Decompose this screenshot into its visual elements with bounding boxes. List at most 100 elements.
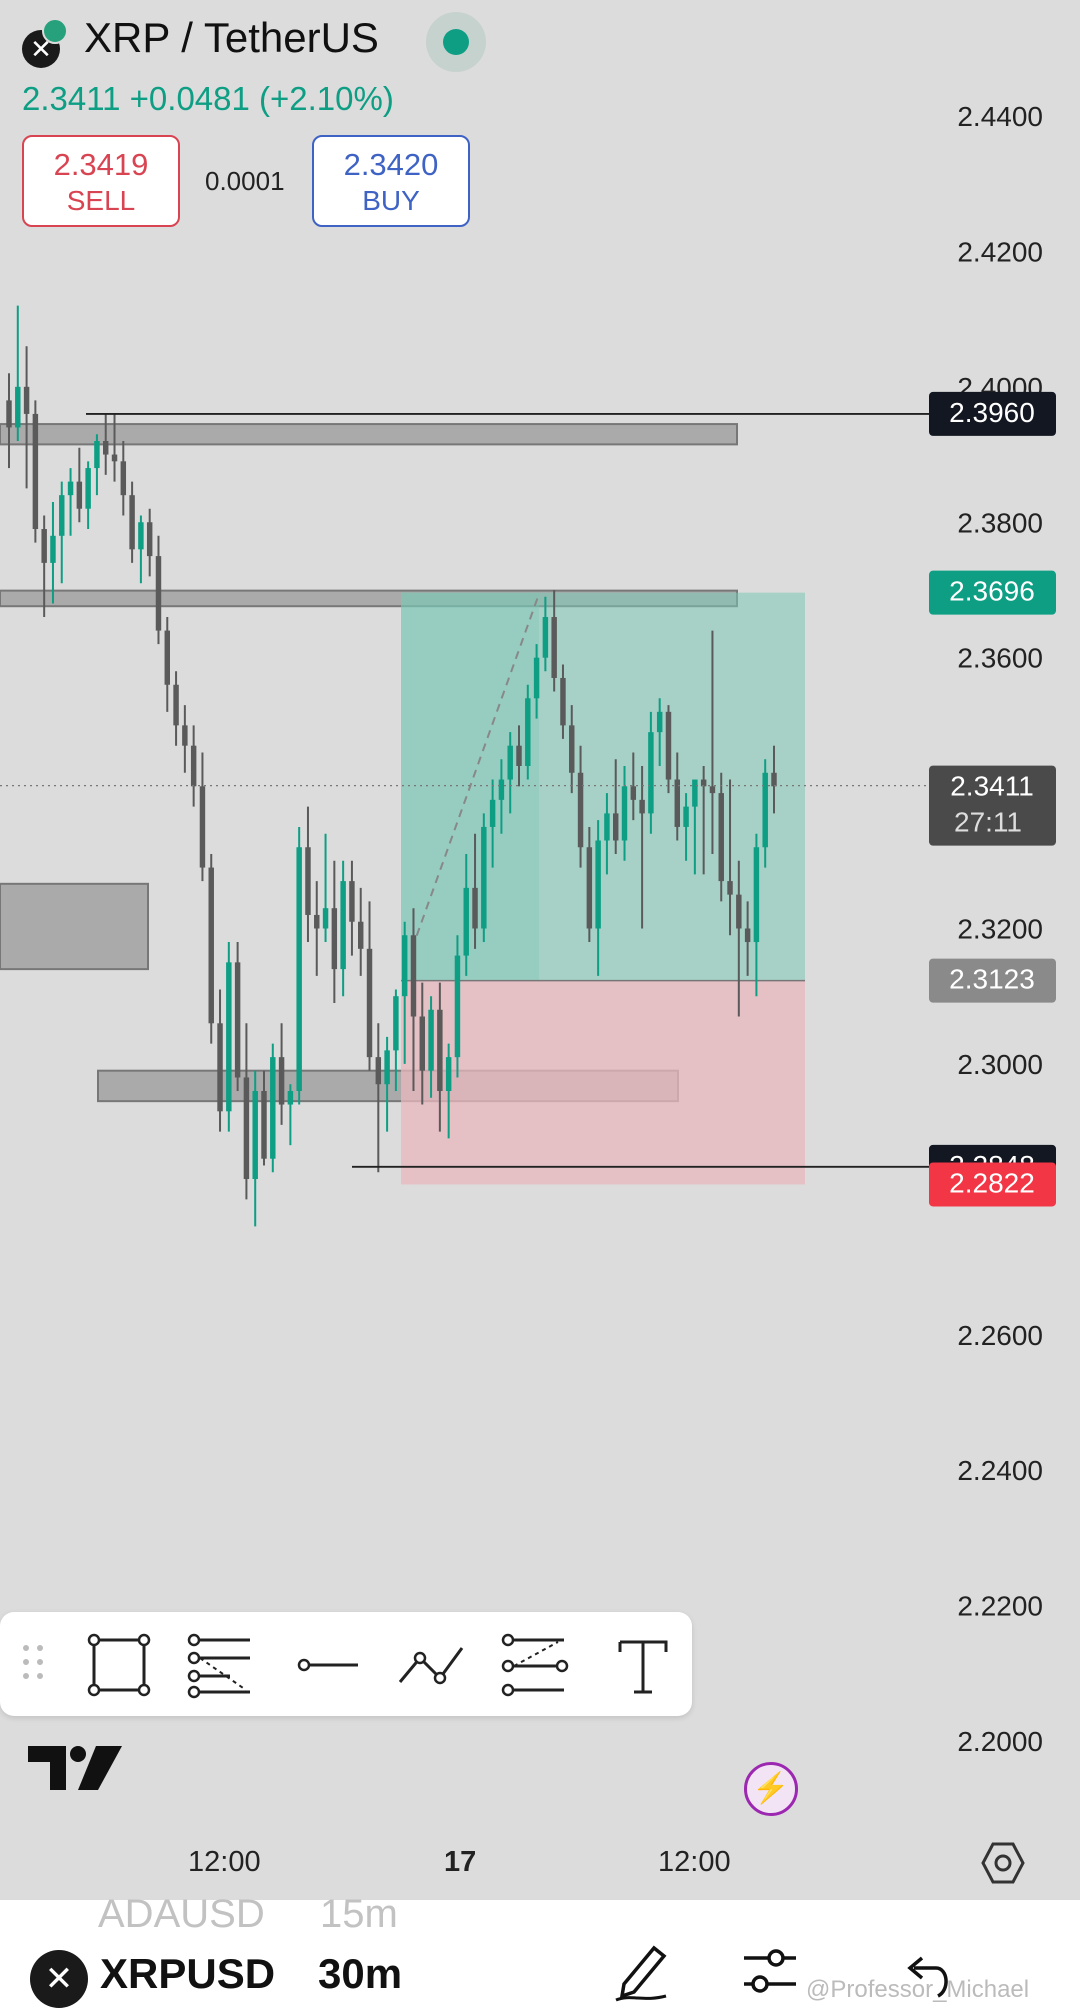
symbol-title[interactable]: XRP / TetherUS (84, 14, 379, 62)
candle-body (410, 935, 417, 1017)
candle-body (111, 454, 118, 462)
candle (173, 671, 179, 746)
candle (305, 806, 311, 943)
flash-icon[interactable]: ⚡ (744, 1762, 798, 1816)
buy-button[interactable]: 2.3420 BUY (312, 135, 470, 227)
candle-body (709, 786, 716, 794)
candle-body (586, 847, 593, 929)
candle-body (525, 698, 531, 766)
candle (6, 373, 12, 469)
candle-body (498, 779, 505, 800)
candle-body (437, 1009, 443, 1091)
candle (296, 826, 302, 1105)
candle (454, 935, 461, 1078)
candle-body (375, 1057, 382, 1085)
candle-body (744, 928, 751, 943)
sell-price: 2.3419 (53, 147, 149, 182)
candle-body (208, 867, 214, 1024)
candle-body (621, 786, 628, 841)
price-tag-label: 2.3123 (949, 964, 1035, 995)
candle-body (454, 955, 461, 1058)
candle-body (569, 725, 575, 773)
candle (340, 860, 346, 997)
candle-body (331, 908, 338, 970)
candle (278, 1023, 285, 1125)
candle-body (683, 806, 689, 827)
y-axis-tick: 2.2600 (957, 1320, 1043, 1351)
buy-price: 2.3420 (343, 147, 439, 182)
y-axis-tick: 2.3000 (957, 1049, 1043, 1080)
rectangle-icon[interactable] (84, 1630, 154, 1700)
symbol-selector[interactable]: XRPUSD (100, 1950, 275, 1998)
candle-body (516, 745, 522, 766)
candle-body (727, 881, 733, 895)
candle (76, 447, 83, 523)
price-tag: 2.3411 27:11 (929, 765, 1056, 846)
candle (146, 508, 153, 577)
pencil-icon[interactable] (610, 1938, 674, 2004)
supply-demand-zone (0, 423, 738, 446)
candle-body (656, 711, 663, 733)
candle (94, 434, 100, 496)
candle (190, 725, 197, 807)
candle-body (639, 799, 645, 814)
fib-retracement-icon[interactable] (186, 1630, 256, 1700)
candle-body (665, 711, 672, 780)
candle (322, 833, 329, 943)
candle-body (401, 935, 408, 997)
candle-body (6, 400, 12, 428)
candle-body (305, 847, 311, 915)
tradingview-logo-icon (28, 1746, 122, 1790)
stop-loss-zone (401, 980, 805, 1185)
candle-body (261, 1091, 267, 1159)
candle (32, 400, 39, 543)
candle-body (129, 495, 135, 550)
candle-body (445, 1057, 452, 1091)
candle (120, 441, 127, 516)
xrp-logo-icon: ✕ (22, 18, 68, 68)
candle (138, 515, 144, 584)
y-axis-tick: 2.3600 (957, 643, 1043, 674)
settings-icon[interactable] (980, 1840, 1026, 1886)
candle (243, 1023, 250, 1200)
candle-body (287, 1091, 294, 1105)
candle-body (393, 996, 399, 1051)
spread-value: 0.0001 (205, 166, 285, 196)
candle (252, 1070, 258, 1227)
candle-body (226, 962, 232, 1112)
sell-button[interactable]: 2.3419 SELL (22, 135, 180, 227)
candle-body (23, 386, 30, 414)
candle-body (419, 1016, 426, 1071)
xrp-symbol-icon: ✕ (30, 1950, 88, 2008)
time-label: 12:00 (658, 1846, 731, 1878)
candle-body (94, 441, 100, 469)
candle (481, 813, 487, 943)
path-icon[interactable] (396, 1630, 466, 1700)
text-tool-icon[interactable] (608, 1630, 678, 1700)
indicators-icon[interactable] (740, 1938, 800, 2004)
candle-body (762, 772, 768, 848)
parallel-channel-icon[interactable] (500, 1630, 570, 1700)
candle-body (102, 441, 109, 455)
drag-handle-icon[interactable] (20, 1642, 48, 1686)
candle (270, 1043, 276, 1173)
candle (85, 461, 91, 530)
candle-body (120, 461, 127, 496)
candle-body (182, 725, 188, 746)
candle-body (243, 1077, 250, 1180)
candle-body (340, 881, 346, 970)
candle (59, 481, 65, 584)
candle-body (604, 813, 610, 841)
candle (234, 942, 241, 1091)
timeframe-selector[interactable]: 30m (318, 1950, 402, 1998)
horizontal-line-icon[interactable] (294, 1630, 364, 1700)
candle-body (296, 847, 302, 1091)
candle (164, 617, 171, 712)
candle (15, 305, 21, 441)
candle (199, 752, 206, 882)
y-axis-tick: 2.4200 (957, 236, 1043, 267)
price-tag: 2.2822 (929, 1162, 1056, 1207)
countdown-label: 27:11 (954, 807, 1022, 838)
candle-body (85, 468, 91, 509)
candle (349, 860, 355, 956)
